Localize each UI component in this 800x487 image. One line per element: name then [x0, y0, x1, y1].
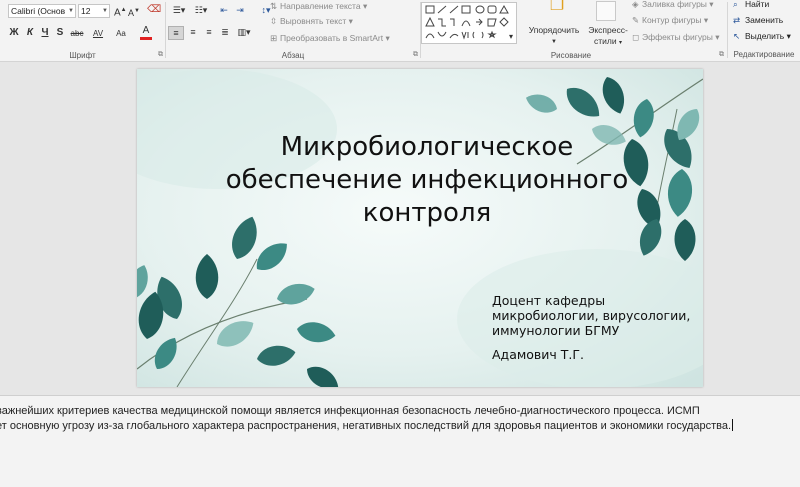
search-icon: ⌕ [733, 0, 738, 9]
shrink-font-button[interactable]: A▼ [128, 5, 140, 19]
shape-outline-button[interactable]: ✎ Контур фигуры ▾ [632, 15, 708, 26]
align-center-icon[interactable]: ≡ [186, 26, 200, 38]
smartart-icon: ⊞ [270, 33, 278, 43]
shape-fill-button[interactable]: ◈ Заливка фигуры ▾ [632, 0, 714, 10]
decrease-indent-icon[interactable]: ⇤ [218, 4, 230, 16]
notes-line-1: важнейших критериев качества медицинской… [0, 405, 700, 417]
text-direction-button[interactable]: ⇅ Направление текста ▾ [270, 1, 367, 12]
grow-font-button[interactable]: A▲ [114, 4, 127, 19]
notes-line-2: ет основную угрозу из-за глобального хар… [0, 419, 734, 432]
chevron-down-icon: ▼ [551, 39, 557, 45]
clear-format-icon[interactable]: ⌫ [147, 4, 161, 16]
replace-icon: ⇄ [733, 15, 741, 25]
notes-text-1: важнейших критериев качества медицинской… [0, 405, 700, 417]
select-label: Выделить [745, 31, 785, 41]
slide-subtitle[interactable]: Доцент кафедры микробиологии, вирусологи… [492, 293, 692, 338]
font-group-label: Шрифт [69, 51, 96, 60]
underline-button[interactable]: Ч [40, 27, 50, 39]
notes-pane[interactable]: важнейших критериев качества медицинской… [0, 395, 800, 487]
increase-indent-icon[interactable]: ⇥ [234, 4, 246, 16]
align-text-label: Выровнять текст [280, 16, 347, 26]
italic-button[interactable]: К [25, 27, 35, 39]
shape-effects-label: Эффекты фигуры [642, 32, 713, 42]
paragraph-group: ☰▾ ☷▾ ⇤ ⇥ ↕▾ ≡ ≡ ≡ ≣ ▥▾ ⇅ Направление тек… [166, 0, 420, 61]
shape-effects-button[interactable]: ◻ Эффекты фигуры ▾ [632, 32, 719, 43]
bullets-icon[interactable]: ☰▾ [170, 4, 188, 16]
font-size-value: 12 [81, 6, 91, 16]
font-name-value: Calibri (Основ [11, 6, 66, 16]
chevron-down-icon: ▼ [102, 8, 108, 14]
find-label: Найти [745, 0, 770, 9]
notes-text-2: ет основную угрозу из-за глобального хар… [0, 420, 732, 432]
editing-group-label: Редактирование [733, 50, 795, 59]
change-case-button[interactable]: Aa [111, 28, 131, 40]
dialog-launcher-icon[interactable]: ⧉ [158, 51, 163, 59]
slide-title[interactable]: Микробиологическое обеспечение инфекцион… [217, 131, 637, 230]
grow-font-label: A [114, 7, 121, 19]
find-button[interactable]: ⌕ Найти [733, 0, 769, 10]
strikethrough-button[interactable]: abc [68, 28, 86, 40]
dialog-launcher-icon[interactable]: ⧉ [719, 51, 724, 59]
shape-outline-label: Контур фигуры [642, 15, 702, 25]
replace-button[interactable]: ⇄ Заменить [733, 15, 783, 26]
slide-author[interactable]: Адамович Т.Г. [492, 347, 584, 362]
arrange-button[interactable]: Упорядочить ▼ [522, 25, 586, 45]
dialog-launcher-icon[interactable]: ⧉ [413, 51, 418, 59]
align-text-button[interactable]: ⇳ Выровнять текст ▾ [270, 16, 353, 27]
select-button[interactable]: ↖ Выделить ▾ [733, 31, 791, 42]
slide-title-line: контроля [362, 198, 492, 228]
convert-smartart-label: Преобразовать в SmartArt [280, 33, 384, 43]
paint-bucket-icon: ◈ [632, 0, 639, 9]
bold-button[interactable]: Ж [9, 27, 19, 39]
shadow-button[interactable]: S [55, 27, 65, 39]
quick-styles-label-1: Экспресс- [588, 25, 628, 35]
slide-workspace: Микробиологическое обеспечение инфекцион… [0, 62, 800, 392]
columns-icon[interactable]: ▥▾ [236, 26, 252, 38]
shapes-gallery-icons [425, 4, 509, 40]
subtitle-line: микробиологии, вирусологии, [492, 308, 691, 323]
text-cursor [732, 419, 734, 431]
paragraph-group-label: Абзац [281, 51, 305, 60]
arrange-icon[interactable]: ❐ [546, 0, 568, 14]
font-group: Calibri (Основ ▼ 12 ▼ A▲ A▼ ⌫ Ж К Ч S ab… [0, 0, 165, 61]
slide-title-line: обеспечение инфекционного [225, 165, 629, 195]
slide-title-line: Микробиологическое [280, 132, 574, 162]
subtitle-line: Доцент кафедры [492, 293, 606, 308]
slide-canvas[interactable]: Микробиологическое обеспечение инфекцион… [137, 69, 703, 387]
arrange-label: Упорядочить [528, 25, 580, 35]
font-size-combo[interactable]: 12 ▼ [78, 4, 110, 18]
text-direction-icon: ⇅ [270, 1, 278, 11]
align-left-icon[interactable]: ≡ [168, 26, 184, 40]
align-text-icon: ⇳ [270, 16, 278, 26]
text-direction-label: Направление текста [280, 1, 361, 11]
quick-styles-label-2: стили [594, 36, 617, 46]
numbering-icon[interactable]: ☷▾ [192, 4, 210, 16]
justify-icon[interactable]: ≣ [218, 26, 232, 38]
replace-label: Заменить [745, 15, 784, 25]
cursor-icon: ↖ [733, 31, 741, 41]
char-spacing-button[interactable]: AV [89, 28, 107, 40]
gallery-more-icon[interactable]: ▾ [507, 31, 515, 43]
convert-smartart-button[interactable]: ⊞ Преобразовать в SmartArt ▾ [270, 33, 390, 44]
pen-icon: ✎ [632, 15, 640, 25]
chevron-down-icon: ▼ [68, 8, 74, 14]
quick-styles-button[interactable]: Экспресс-стили ▾ [582, 25, 634, 49]
align-right-icon[interactable]: ≡ [202, 26, 216, 38]
drawing-group-label: Рисование [550, 51, 592, 60]
subtitle-line: иммунологии БГМУ [492, 323, 620, 338]
shape-fill-label: Заливка фигуры [642, 0, 707, 9]
ribbon: Calibri (Основ ▼ 12 ▼ A▲ A▼ ⌫ Ж К Ч S ab… [0, 0, 800, 62]
shapes-gallery[interactable]: ▾ [421, 2, 517, 44]
quick-styles-icon[interactable] [596, 1, 616, 21]
effects-icon: ◻ [632, 32, 640, 42]
font-name-combo[interactable]: Calibri (Основ ▼ [8, 4, 76, 18]
font-color-button[interactable]: A [140, 25, 152, 40]
